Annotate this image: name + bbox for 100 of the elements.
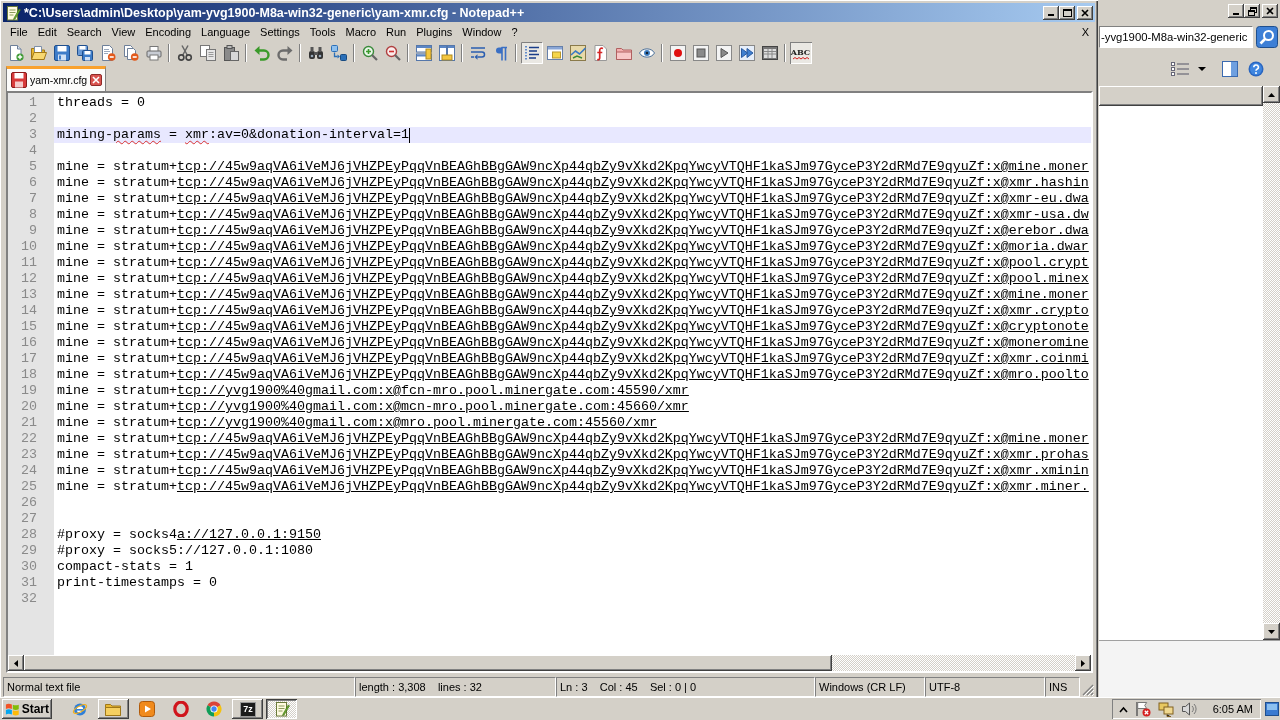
menu-item[interactable]: Edit bbox=[32, 26, 62, 38]
clock-label[interactable]: 6:05 AM bbox=[1212, 703, 1253, 715]
menu-item[interactable]: ? bbox=[506, 26, 523, 38]
menu-item[interactable]: Search bbox=[61, 26, 107, 38]
document-map-icon[interactable] bbox=[569, 45, 586, 61]
url-link[interactable]: tcp://45w9aqVA6iVeMJ6jVHZPEyPqqVnBEAGhBBgGAW9ncXp44qbZy9vXkd2KpqYwcyVTQHF1kaSJm97GyceP3Y2dRMd7E9qyuZf:x@mine.moner bbox=[177, 159, 1089, 174]
minimize-button[interactable] bbox=[1228, 4, 1244, 18]
search-icon[interactable] bbox=[1256, 26, 1278, 48]
chevron-up-icon[interactable] bbox=[1118, 705, 1128, 713]
spellcheck-button[interactable]: ABC bbox=[789, 42, 812, 64]
url-link[interactable]: tcp://45w9aqVA6iVeMJ6jVHZPEyPqqVnBEAGhBBgGAW9ncXp44qbZy9vXkd2KpqYwcyVTQHF1kaSJm97GyceP3Y2dRMd7E9qyuZf:x@erebor.dwa bbox=[177, 223, 1089, 238]
workspace-folder-icon[interactable] bbox=[615, 45, 632, 61]
taskbar-button[interactable] bbox=[97, 699, 129, 719]
url-link[interactable]: tcp://45w9aqVA6iVeMJ6jVHZPEyPqqVnBEAGhBBgGAW9ncXp44qbZy9vXkd2KpqYwcyVTQHF1kaSJm97GyceP3Y2dRMd7E9qyuZf:x@xmr.crypto bbox=[177, 303, 1089, 318]
url-link[interactable]: a://127.0.0.1:9150 bbox=[177, 527, 321, 542]
clipboard-icon[interactable] bbox=[222, 45, 239, 61]
menu-item[interactable]: Run bbox=[381, 26, 412, 38]
menu-item[interactable]: Tools bbox=[304, 26, 341, 38]
eye-icon[interactable] bbox=[638, 45, 655, 61]
close-button[interactable] bbox=[1077, 5, 1093, 20]
menu-item[interactable]: Settings bbox=[255, 26, 305, 38]
url-link[interactable]: tcp://45w9aqVA6iVeMJ6jVHZPEyPqqVnBEAGhBBgGAW9ncXp44qbZy9vXkd2KpqYwcyVTQHF1kaSJm97GyceP3Y2dRMd7E9qyuZf:x@mine.moner bbox=[177, 431, 1089, 446]
macro-list-icon[interactable] bbox=[761, 45, 778, 61]
printer-icon[interactable] bbox=[145, 45, 162, 61]
help-icon[interactable] bbox=[1248, 61, 1264, 77]
pages-minus-icon[interactable] bbox=[122, 45, 139, 61]
function-list-icon[interactable] bbox=[592, 45, 609, 61]
file-tab[interactable]: yam-xmr.cfg bbox=[6, 66, 107, 91]
url-link[interactable]: tcp://yvg1900%40gmail.com:x@fcn-mro.pool.minergate.com:45590/xmr bbox=[177, 383, 689, 398]
menu-item[interactable]: Window bbox=[457, 26, 507, 38]
minimize-button[interactable] bbox=[1043, 5, 1059, 20]
code-line: mine = stratum+tcp://45w9aqVA6iVeMJ6jVHZPEyPqqVnBEAGhBBgGAW9ncXp44qbZy9vXkd2KpqYwcyVTQHF1kaSJm97GyceP3Y2dRMd7E9qyuZf:x@mine.moner bbox=[57, 159, 1089, 175]
size-grip-icon[interactable] bbox=[1082, 684, 1094, 696]
indent-guide-icon[interactable] bbox=[520, 42, 543, 64]
play-icon[interactable] bbox=[715, 45, 732, 61]
folder-icon[interactable] bbox=[30, 45, 47, 61]
url-link[interactable]: tcp://yvg1900%40gmail.com:x@mro.pool.minergate.com:45560/xmr bbox=[177, 415, 657, 430]
url-link[interactable]: tcp://45w9aqVA6iVeMJ6jVHZPEyPqqVnBEAGhBBgGAW9ncXp44qbZy9vXkd2KpqYwcyVTQHF1kaSJm97GyceP3Y2dRMd7E9qyuZf:x@xmr.coinmi bbox=[177, 351, 1089, 366]
close-tab-button[interactable]: X bbox=[1075, 26, 1095, 38]
url-link[interactable]: tcp://45w9aqVA6iVeMJ6jVHZPEyPqqVnBEAGhBBgGAW9ncXp44qbZy9vXkd2KpqYwcyVTQHF1kaSJm97GyceP3Y2dRMd7E9qyuZf:x@moneromine bbox=[177, 335, 1089, 350]
preview-pane-icon[interactable] bbox=[1222, 61, 1238, 77]
url-link[interactable]: tcp://45w9aqVA6iVeMJ6jVHZPEyPqqVnBEAGhBBgGAW9ncXp44qbZy9vXkd2KpqYwcyVTQHF1kaSJm97GyceP3Y2dRMd7E9qyuZf:x@mine.moner bbox=[177, 287, 1089, 302]
scrollbar-thumb[interactable] bbox=[24, 655, 832, 671]
address-field[interactable]: -yvg1900-M8a-win32-generic bbox=[1099, 26, 1253, 48]
url-link[interactable]: tcp://45w9aqVA6iVeMJ6jVHZPEyPqqVnBEAGhBBgGAW9ncXp44qbZy9vXkd2KpqYwcyVTQHF1kaSJm97GyceP3Y2dRMd7E9qyuZf:x@xmr-usa.dw bbox=[177, 207, 1089, 222]
url-link[interactable]: tcp://45w9aqVA6iVeMJ6jVHZPEyPqqVnBEAGhBBgGAW9ncXp44qbZy9vXkd2KpqYwcyVTQHF1kaSJm97GyceP3Y2dRMd7E9qyuZf:x@xmr.xminin bbox=[177, 463, 1089, 478]
url-link[interactable]: tcp://45w9aqVA6iVeMJ6jVHZPEyPqqVnBEAGhBBgGAW9ncXp44qbZy9vXkd2KpqYwcyVTQHF1kaSJm97GyceP3Y2dRMd7E9qyuZf:x@pool.crypt bbox=[177, 255, 1089, 270]
binoculars-icon[interactable] bbox=[307, 45, 324, 61]
url-link[interactable]: tcp://45w9aqVA6iVeMJ6jVHZPEyPqqVnBEAGhBBgGAW9ncXp44qbZy9vXkd2KpqYwcyVTQHF1kaSJm97GyceP3Y2dRMd7E9qyuZf:x@moria.dwar bbox=[177, 239, 1089, 254]
page-minus-icon[interactable] bbox=[99, 45, 116, 61]
menu-item[interactable]: File bbox=[5, 26, 33, 38]
caret-down-icon[interactable] bbox=[1198, 67, 1206, 71]
menu-item[interactable]: Plugins bbox=[411, 26, 458, 38]
url-link[interactable]: tcp://45w9aqVA6iVeMJ6jVHZPEyPqqVnBEAGhBBgGAW9ncXp44qbZy9vXkd2KpqYwcyVTQHF1kaSJm97GyceP3Y2dRMd7E9qyuZf:x@mro.poolto bbox=[177, 367, 1089, 382]
network-icon[interactable] bbox=[1157, 701, 1174, 717]
menu-item[interactable]: Language bbox=[196, 26, 256, 38]
code-line: mine = stratum+tcp://45w9aqVA6iVeMJ6jVHZPEyPqqVnBEAGhBBgGAW9ncXp44qbZy9vXkd2KpqYwcyVTQHF1kaSJm97GyceP3Y2dRMd7E9qyuZf:x@xmr-usa.dw bbox=[57, 207, 1089, 223]
url-link[interactable]: tcp://45w9aqVA6iVeMJ6jVHZPEyPqqVnBEAGhBBgGAW9ncXp44qbZy9vXkd2KpqYwcyVTQHF1kaSJm97GyceP3Y2dRMd7E9qyuZf:x@pool.minex bbox=[177, 271, 1089, 286]
restore-button[interactable] bbox=[1244, 4, 1260, 18]
url-link[interactable]: tcp://45w9aqVA6iVeMJ6jVHZPEyPqqVnBEAGhBBgGAW9ncXp44qbZy9vXkd2KpqYwcyVTQHF1kaSJm97GyceP3Y2dRMd7E9qyuZf:x@xmr.prohas bbox=[177, 447, 1089, 462]
scroll-left-button[interactable] bbox=[8, 655, 24, 671]
scroll-right-button[interactable] bbox=[1075, 655, 1091, 671]
floppy-disks-icon[interactable] bbox=[76, 45, 93, 61]
note-window-icon[interactable] bbox=[546, 45, 563, 61]
menu-item[interactable]: Macro bbox=[340, 26, 382, 38]
copy-icon[interactable] bbox=[199, 45, 216, 61]
show-desktop-icon[interactable] bbox=[1265, 702, 1279, 716]
menu-item[interactable]: View bbox=[106, 26, 141, 38]
scissors-icon[interactable] bbox=[176, 45, 193, 61]
taskbar-button[interactable]: 7z bbox=[232, 699, 264, 719]
close-icon[interactable] bbox=[90, 74, 103, 86]
maximize-button[interactable] bbox=[1059, 5, 1075, 20]
list-view-icon[interactable] bbox=[1171, 61, 1189, 77]
url-link[interactable]: tcp://45w9aqVA6iVeMJ6jVHZPEyPqqVnBEAGhBBgGAW9ncXp44qbZy9vXkd2KpqYwcyVTQHF1kaSJm97GyceP3Y2dRMd7E9qyuZf:x@xmr.miner. bbox=[177, 479, 1089, 494]
speaker-icon[interactable] bbox=[1180, 701, 1197, 717]
new-file-icon[interactable] bbox=[7, 45, 24, 61]
code-line: mine = stratum+tcp://45w9aqVA6iVeMJ6jVHZPEyPqqVnBEAGhBBgGAW9ncXp44qbZy9vXkd2KpqYwcyVTQHF1kaSJm97GyceP3Y2dRMd7E9qyuZf:x@mine.moner bbox=[57, 287, 1089, 303]
text-editor[interactable] bbox=[6, 91, 1093, 673]
taskbar-button[interactable] bbox=[266, 699, 298, 719]
stop-icon[interactable] bbox=[692, 45, 709, 61]
scroll-down-button[interactable] bbox=[1263, 623, 1280, 640]
fast-forward-icon[interactable] bbox=[738, 45, 755, 61]
line-number: 19 bbox=[21, 383, 37, 399]
zoom-out-icon[interactable] bbox=[384, 45, 401, 61]
redo-icon[interactable] bbox=[276, 45, 293, 61]
url-link[interactable]: tcp://yvg1900%40gmail.com:x@mcn-mro.pool.minergate.com:45660/xmr bbox=[177, 399, 689, 414]
replace-icon[interactable] bbox=[330, 45, 347, 61]
word-wrap-icon[interactable] bbox=[469, 45, 486, 61]
url-link[interactable]: tcp://45w9aqVA6iVeMJ6jVHZPEyPqqVnBEAGhBBgGAW9ncXp44qbZy9vXkd2KpqYwcyVTQHF1kaSJm97GyceP3Y2dRMd7E9qyuZf:x@cryptonote bbox=[177, 319, 1089, 334]
start-button[interactable]: Start bbox=[2, 699, 52, 719]
menu-item[interactable]: Encoding bbox=[140, 26, 197, 38]
url-link[interactable]: tcp://45w9aqVA6iVeMJ6jVHZPEyPqqVnBEAGhBBgGAW9ncXp44qbZy9vXkd2KpqYwcyVTQHF1kaSJm97GyceP3Y2dRMd7E9qyuZf:x@xmr.hashin bbox=[177, 175, 1089, 190]
url-link[interactable]: tcp://45w9aqVA6iVeMJ6jVHZPEyPqqVnBEAGhBBgGAW9ncXp44qbZy9vXkd2KpqYwcyVTQHF1kaSJm97GyceP3Y2dRMd7E9qyuZf:x@xmr-eu.dwa bbox=[177, 191, 1089, 206]
flag-x-icon[interactable] bbox=[1134, 701, 1151, 717]
close-button[interactable] bbox=[1262, 4, 1278, 18]
zoom-in-icon[interactable] bbox=[361, 45, 378, 61]
scroll-up-button[interactable] bbox=[1263, 86, 1280, 103]
record-icon[interactable] bbox=[669, 45, 686, 61]
side-by-side-windows-icon[interactable] bbox=[438, 45, 455, 61]
stacked-windows-icon[interactable] bbox=[415, 45, 432, 61]
